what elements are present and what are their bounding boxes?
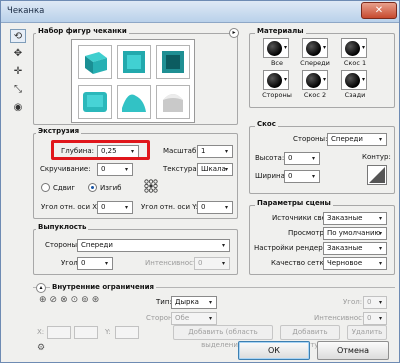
shape-thumb-pillow[interactable] (78, 85, 112, 119)
materials-title: Материалы (255, 27, 306, 35)
y-angle-label: Угол отн. оси Y: (141, 203, 198, 211)
constraint-angle-label: Угол: (343, 298, 363, 306)
title-bar: Чеканка ✕ (1, 1, 399, 23)
constraint-y-field[interactable] (115, 326, 139, 339)
constraint-type-label: Тип: (156, 298, 172, 306)
shape-thumb-frame[interactable] (156, 45, 190, 79)
view-select[interactable]: По умолчанию ▾ (323, 227, 387, 240)
reference-point-grid-icon[interactable] (144, 179, 158, 193)
shape-thumb-beveled[interactable] (117, 45, 151, 79)
x-angle-label: Угол отн. оси X: (41, 203, 100, 211)
lights-select[interactable]: Заказные ▾ (323, 212, 387, 225)
material-label: Стороны (262, 91, 292, 99)
constraints-title: Внутренние ограничения (50, 283, 157, 291)
material-bevel1-swatch[interactable]: ▾ (341, 38, 367, 58)
inflate-sides-select[interactable]: Спереди ▾ (77, 239, 230, 252)
material-back-swatch[interactable]: ▾ (341, 70, 367, 90)
material-label: Скос 2 (303, 91, 327, 99)
material-label: Все (270, 59, 284, 67)
texture-select[interactable]: Шкала ▾ (197, 163, 233, 176)
bevel-title: Скос (255, 120, 278, 128)
view-label: Просмотр: (288, 229, 327, 237)
constraint-intensity-field[interactable]: 0 ▾ (363, 312, 387, 325)
shift-radio-label: Сдвиг (53, 184, 76, 192)
twist-field[interactable]: 0 ▾ (97, 163, 133, 176)
constraint-side-select[interactable]: Обе ▾ (171, 312, 217, 325)
constraint-type-select[interactable]: Дырка ▾ (171, 296, 217, 309)
scale-label: Масштаб: (163, 147, 199, 155)
material-sides-swatch[interactable]: ▾ (263, 70, 289, 90)
twist-label: Скручивание: (40, 165, 91, 173)
inflate-sides-label: Стороны: (45, 241, 80, 249)
shapes-menu-icon[interactable]: ▸ (229, 28, 239, 38)
object-rotate-tool-icon[interactable]: ⟲ (10, 29, 26, 43)
object-scale-tool-icon[interactable]: ⤡ (10, 83, 26, 97)
dialog-window: Чеканка ✕ ⟲ ✥ ✛ ⤡ ◉ Набор фигур чеканки … (0, 0, 400, 363)
window-title: Чеканка (7, 6, 45, 16)
x-angle-field[interactable]: 0 ▾ (97, 201, 133, 214)
object-move-tool-icon[interactable]: ✛ (10, 65, 26, 79)
constraint-x-field[interactable] (47, 326, 71, 339)
constraint-angle-field[interactable]: 0 ▾ (363, 296, 387, 309)
cancel-button[interactable]: Отмена (317, 341, 389, 360)
contour-picker[interactable] (367, 165, 387, 185)
material-all-swatch[interactable]: ▾ (263, 38, 289, 58)
ok-button[interactable]: ОК (238, 341, 310, 360)
shapes-title: Набор фигур чеканки (36, 27, 129, 35)
texture-label: Текстура: (163, 165, 199, 173)
constraint-x2-field[interactable] (74, 326, 98, 339)
shift-radio[interactable] (41, 183, 50, 192)
bevel-height-field[interactable]: 0 ▾ (284, 152, 320, 165)
inflate-title: Выпуклость (36, 223, 89, 231)
shapes-gallery (71, 39, 195, 123)
bevel-sides-label: Стороны: (293, 135, 328, 143)
inflate-intensity-field[interactable]: 0 ▾ (194, 257, 230, 270)
scale-field[interactable]: 1 ▾ (197, 145, 233, 158)
mesh-quality-label: Качество сетки: (271, 259, 331, 267)
constraint-y-label: Y: (105, 328, 111, 336)
inflate-angle-field[interactable]: 0 ▾ (77, 257, 113, 270)
depth-highlight-box (51, 140, 150, 160)
close-button[interactable]: ✕ (361, 2, 397, 19)
material-label: Скос 1 (343, 59, 367, 67)
constraint-x-label: X: (37, 328, 45, 336)
object-pan-tool-icon[interactable]: ✥ (10, 47, 26, 61)
bend-radio-label: Изгиб (100, 184, 122, 192)
contour-label: Контур: (362, 153, 391, 161)
material-label: Спереди (300, 59, 330, 67)
material-front-swatch[interactable]: ▾ (302, 38, 328, 58)
render-preview-icon[interactable]: ⚙ (37, 343, 45, 353)
camera-tool-icon[interactable]: ◉ (10, 101, 26, 115)
constraint-tools[interactable]: ⊕⊘⊗⊙⊚⊛ (39, 295, 135, 307)
scene-settings-title: Параметры сцены (255, 199, 333, 207)
y-angle-field[interactable]: 0 ▾ (197, 201, 233, 214)
shape-thumb-cube[interactable] (78, 45, 112, 79)
add-selection-button[interactable]: Добавить (область выделения) (173, 325, 273, 349)
shape-thumb-wave[interactable] (117, 85, 151, 119)
delete-constraint-button[interactable]: Удалить (347, 325, 387, 340)
material-label: Сзади (344, 91, 366, 99)
bevel-width-label: Ширина: (255, 172, 288, 180)
bevel-sides-select[interactable]: Спереди ▾ (327, 133, 387, 146)
add-contour-button[interactable]: Добавить (контур) (280, 325, 340, 349)
extrusion-title: Экструзия (36, 127, 82, 135)
material-bevel2-swatch[interactable]: ▾ (302, 70, 328, 90)
bevel-width-field[interactable]: 0 ▾ (284, 170, 320, 183)
render-settings-select[interactable]: Заказные ▾ (323, 242, 387, 255)
bend-radio[interactable] (88, 183, 97, 192)
shape-thumb-sphere[interactable] (156, 85, 190, 119)
constraints-collapse-icon[interactable]: ▴ (36, 283, 46, 293)
bevel-height-label: Высота: (255, 154, 285, 162)
mesh-quality-select[interactable]: Черновое ▾ (323, 257, 387, 270)
